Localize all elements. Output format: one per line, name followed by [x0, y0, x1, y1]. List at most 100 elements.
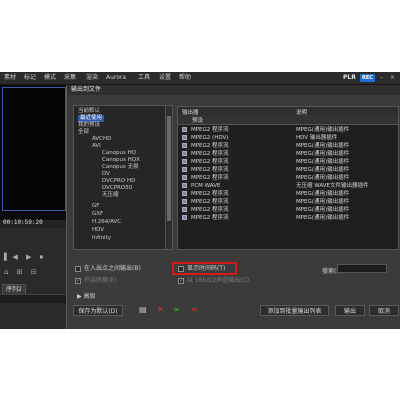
preset-name: MPEG2 程序流	[191, 199, 229, 205]
preset-icon	[182, 207, 187, 212]
tree-item-canopus-lossless[interactable]: Canopus 无损	[102, 164, 139, 171]
tree-item-infinity[interactable]: Infinity	[92, 235, 111, 242]
close-icon[interactable]: ×	[390, 74, 395, 81]
document-icon[interactable]: ▤	[139, 305, 147, 314]
table-row[interactable]: MPEG2 程序流 MPEG(通用)输出插件	[178, 142, 398, 150]
preset-name: MPEG2 程序流	[191, 151, 229, 157]
add-to-batch-list-button[interactable]: 添加到批量输出列表	[260, 305, 329, 316]
preset-description: MPEG(通用)输出插件	[296, 143, 350, 149]
table-row[interactable]: MPEG2 程序流 MPEG(通用)输出插件	[178, 190, 398, 198]
preset-name: PCM WAVE	[191, 183, 221, 189]
minimize-icon[interactable]: –	[380, 74, 383, 81]
tree-item-h264-avc[interactable]: H.264/AVC	[92, 219, 121, 226]
show-timecode-checkbox[interactable]	[178, 266, 184, 272]
menu-item-render[interactable]: 渲染	[86, 75, 98, 81]
preset-description: MPEG(通用)输出插件	[296, 167, 350, 173]
tree-item-avi[interactable]: AVI	[92, 143, 101, 150]
tree-item-dvcpro50[interactable]: DVCPRO50	[102, 185, 132, 192]
enable-convert-checkbox[interactable]	[75, 277, 81, 284]
cancel-button[interactable]: 取消	[369, 305, 399, 316]
menu-item-aurora[interactable]: Aurora	[106, 75, 126, 81]
table-row[interactable]: MPEG2 程序流 MPEG(通用)输出插件	[178, 174, 398, 182]
preset-name: MPEG2 程序流	[191, 215, 229, 221]
preset-description: MPEG(通用)输出插件	[296, 207, 350, 213]
transport-controls[interactable]: ▌◀ ▶ ⏹	[4, 253, 46, 262]
link-icon[interactable]: ∞	[173, 305, 180, 314]
menu-item-capture[interactable]: 采集	[64, 75, 76, 81]
preset-description: HDV 输出器插件	[296, 135, 338, 141]
menu-item-settings[interactable]: 设置	[159, 75, 171, 81]
tree-item-hdv[interactable]: HDV	[92, 227, 104, 234]
tree-item-canopus-hqx[interactable]: Canopus HQX	[102, 157, 140, 164]
dialog-title: 输出到文件	[67, 85, 400, 95]
timeline-ruler	[0, 294, 66, 303]
preset-name: MPEG2 程序流	[191, 175, 229, 181]
table-row[interactable]: MPEG2 程序流 MPEG(通用)输出插件	[178, 214, 398, 222]
table-row[interactable]: MPEG2 程序流 MPEG(通用)输出插件	[178, 150, 398, 158]
unlink-icon[interactable]: ∞	[191, 305, 198, 314]
tree-item-uncompressed[interactable]: 无压缩	[102, 192, 119, 199]
table-row[interactable]: MPEG2 程序流 MPEG(通用)输出插件	[178, 198, 398, 206]
menu-item-marker[interactable]: 标记	[24, 75, 36, 81]
menu-item-mode[interactable]: 模式	[44, 75, 56, 81]
tree-item-all[interactable]: 全部	[78, 129, 89, 136]
preview-frame	[2, 87, 66, 211]
tree-scrollbar[interactable]	[165, 105, 173, 250]
tree-item-gf[interactable]: GF	[92, 203, 99, 210]
menu-item-help[interactable]: 帮助	[179, 75, 191, 81]
show-timecode-label: 显示时间码(T)	[187, 265, 226, 272]
preset-description: MPEG(通用)输出插件	[296, 215, 350, 221]
preset-name: MPEG2 程序流	[191, 127, 229, 133]
menu-item-material[interactable]: 素材	[4, 75, 16, 81]
tree-item-my-presets[interactable]: 我的预设	[78, 122, 100, 129]
preset-name: MPEG2 (HDV)	[191, 135, 229, 141]
table-row[interactable]: MPEG2 程序流 MPEG(通用)输出插件	[178, 126, 398, 134]
preset-group-label: 预设	[192, 118, 204, 124]
preset-description: MPEG(通用)输出插件	[296, 191, 350, 197]
search-input[interactable]	[337, 264, 387, 273]
preset-icon	[182, 175, 187, 180]
tree-item-canopus-hq[interactable]: Canopus HQ	[102, 150, 136, 157]
preset-category-tree[interactable]: 当前默认 最近使用 我的预设 全部 AVCHD AVI Canopus HQ C…	[73, 105, 172, 250]
table-row[interactable]: MPEG2 (HDV) HDV 输出器插件	[178, 134, 398, 142]
edit-tool-icons[interactable]: ⌂ ⊞ ⊟	[4, 268, 40, 276]
preset-icon	[182, 127, 187, 132]
player-preview	[0, 85, 66, 220]
delete-icon[interactable]: ✕	[157, 305, 164, 314]
preset-list-subheader: 预设	[177, 115, 399, 124]
table-row[interactable]: PCM WAVE 无压缩 WAVE文件输出器插件	[178, 182, 398, 190]
tree-item-current-default[interactable]: 当前默认	[78, 108, 100, 115]
preset-icon	[182, 167, 187, 172]
export-button[interactable]: 输出	[335, 305, 365, 316]
preset-name: MPEG2 程序流	[191, 143, 229, 149]
preset-name: MPEG2 程序流	[191, 191, 229, 197]
table-row[interactable]: MPEG2 程序流 MPEG(通用)输出插件	[178, 206, 398, 214]
preset-name: MPEG2 程序流	[191, 167, 229, 173]
save-as-default-button[interactable]: 保存为默认(D)	[73, 305, 123, 316]
in-out-only-label: 在入出点之间输出(B)	[84, 265, 141, 272]
table-row[interactable]: MPEG2 程序流 MPEG(通用)输出插件	[178, 166, 398, 174]
table-row[interactable]: MPEG2 程序流 MPEG(通用)输出插件	[178, 158, 398, 166]
preset-description: MPEG(通用)输出插件	[296, 175, 350, 181]
preset-icon	[182, 159, 187, 164]
tree-item-avchd[interactable]: AVCHD	[92, 136, 111, 143]
menu-item-tools[interactable]: 工具	[138, 75, 150, 81]
16bit-2ch-checkbox[interactable]	[178, 277, 184, 284]
preset-icon	[182, 199, 187, 204]
preset-icon	[182, 135, 187, 140]
advanced-toggle[interactable]: ▶ 高级	[77, 291, 96, 300]
preset-description: 无压缩 WAVE文件输出器插件	[296, 183, 369, 189]
tree-item-dv[interactable]: DV	[102, 171, 110, 178]
advanced-label: 高级	[83, 293, 96, 300]
tree-scroll-thumb[interactable]	[167, 116, 171, 221]
tree-item-gxf[interactable]: GXF	[92, 211, 103, 218]
tree-item-recent[interactable]: 最近使用	[78, 115, 105, 122]
16bit-2ch-label: 以 16bit/2声道输出(C)	[187, 277, 250, 284]
preset-description: MPEG(通用)输出插件	[296, 159, 350, 165]
in-out-only-checkbox[interactable]	[75, 266, 81, 272]
preset-icon	[182, 151, 187, 156]
rec-badge: REC	[360, 74, 375, 82]
tree-item-dvcpro-hd[interactable]: DVCPRO HD	[102, 178, 135, 185]
preset-list[interactable]: MPEG2 程序流 MPEG(通用)输出插件 MPEG2 (HDV) HDV 输出器…	[177, 124, 399, 250]
timecode-display: 00:10:59:20	[3, 219, 43, 226]
